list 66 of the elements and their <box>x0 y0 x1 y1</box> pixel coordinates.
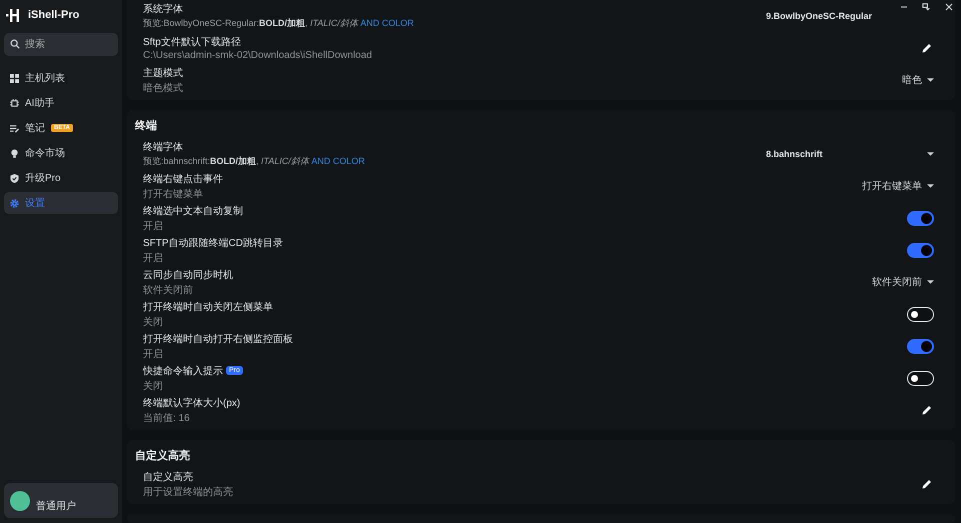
search-field[interactable]: 搜索 <box>4 33 118 56</box>
close-icon[interactable] <box>945 2 953 10</box>
section-title: 自定义高亮 <box>135 448 191 464</box>
bulb-icon <box>10 148 19 158</box>
sidebar-item[interactable]: 命令市场 <box>4 142 118 164</box>
font-dropdown[interactable]: 8.bahnschrift <box>766 148 934 160</box>
setting-title: 快捷命令输入提示 <box>143 364 223 378</box>
setting-title: 云同步自动同步时机 <box>143 268 233 282</box>
dropdown[interactable]: 打开右键菜单 <box>862 179 934 193</box>
caret-icon <box>927 280 934 284</box>
user-card[interactable]: 普通用户 <box>4 483 118 518</box>
setting-title: Sftp文件默认下载路径 <box>143 36 241 49</box>
toggle-switch[interactable] <box>907 210 934 226</box>
edit-button[interactable] <box>920 477 934 491</box>
app-name: iShell-Pro <box>28 9 80 21</box>
toggle-switch[interactable] <box>907 338 934 354</box>
font-preview: 预览:bahnschrift:BOLD/加粗, ITALIC/斜体 AND COLOR <box>143 155 365 168</box>
toggle-switch[interactable] <box>907 242 934 258</box>
setting-title: 打开终端时自动打开右侧监控面板 <box>143 332 293 346</box>
sidebar-item[interactable]: AI助手 <box>4 92 118 114</box>
setting-title: 打开终端时自动关闭左侧菜单 <box>143 300 273 314</box>
edit-button[interactable] <box>920 41 934 55</box>
caret-icon <box>927 152 934 156</box>
sidebar-item[interactable]: 设置 <box>4 192 118 214</box>
settings-icon <box>10 198 19 208</box>
restore-icon[interactable] <box>922 2 931 11</box>
caret-icon <box>927 184 934 188</box>
setting-title: 终端默认字体大小(px) <box>143 396 240 410</box>
search-icon <box>10 39 20 49</box>
pencil-icon <box>922 43 932 53</box>
section-title: 终端 <box>135 118 158 134</box>
setting-description: 暗色模式 <box>143 82 183 94</box>
setting-description: 关闭 <box>143 316 164 328</box>
pencil-icon <box>922 405 932 415</box>
setting-description: 当前值: 16 <box>143 412 191 424</box>
edit-button[interactable] <box>920 403 934 417</box>
chip-icon <box>10 98 19 108</box>
dropdown[interactable]: 暗色 <box>902 73 934 87</box>
setting-title: 自定义高亮 <box>143 470 193 484</box>
caret-icon <box>927 78 934 82</box>
avatar-icon <box>10 490 30 510</box>
setting-title: 终端右键点击事件 <box>143 172 223 186</box>
setting-title: 终端字体 <box>143 140 183 154</box>
user-name: 普通用户 <box>36 500 76 512</box>
font-preview: 预览:BowlbyOneSC-Regular:BOLD/加粗, ITALIC/斜体 AND COLOR <box>143 17 414 30</box>
setting-description: 打开右键菜单 <box>143 188 204 200</box>
font-dropdown[interactable]: 9.BowlbyOneSC-Regular <box>766 10 934 22</box>
logo-icon <box>6 8 22 22</box>
note-icon <box>10 124 19 132</box>
setting-description: 开启 <box>143 348 164 360</box>
setting-title: 终端选中文本自动复制 <box>143 204 243 218</box>
sidebar-item[interactable]: 主机列表 <box>4 67 118 89</box>
dropdown[interactable]: 软件关闭前 <box>872 275 934 289</box>
setting-description: 开启 <box>143 252 164 264</box>
setting-description: 软件关闭前 <box>143 284 194 296</box>
setting-title: 系统字体 <box>143 2 183 16</box>
pencil-icon <box>922 479 932 489</box>
grid-icon <box>10 74 19 82</box>
shield-icon <box>10 174 19 182</box>
setting-description: 用于设置终端的高亮 <box>143 486 233 498</box>
setting-title: 主题模式 <box>143 66 183 80</box>
setting-description: 开启 <box>143 220 164 232</box>
setting-title: SFTP自动跟随终端CD跳转目录 <box>143 236 283 250</box>
setting-description: C:\Users\admin-smk-02\Downloads\iShellDownload <box>143 50 372 61</box>
sidebar-item[interactable]: 升级Pro <box>4 167 118 189</box>
setting-description: 关闭 <box>143 380 164 392</box>
